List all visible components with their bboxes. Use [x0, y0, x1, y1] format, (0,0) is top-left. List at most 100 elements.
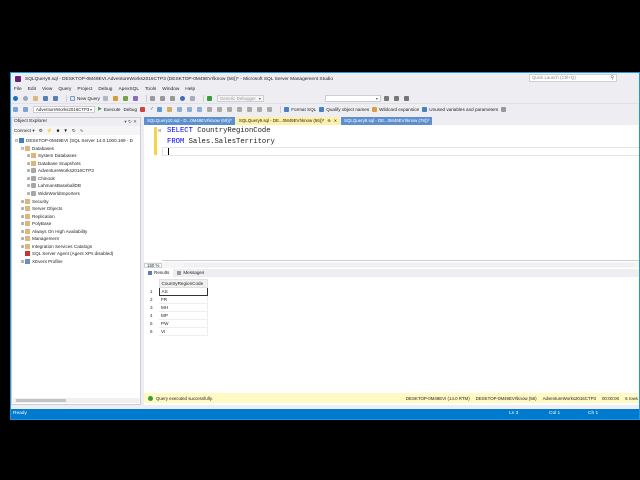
cell-value[interactable]: AS	[158, 287, 208, 296]
tab-sqlquery9[interactable]: SQLQuery9.sql - DE...0M49EVI\know (56))*…	[235, 117, 341, 125]
qualify-object-names-button[interactable]: Qualify object names	[319, 105, 369, 113]
execute-button[interactable]: ▶ Execute	[98, 105, 120, 113]
cell-value[interactable]: FR	[159, 295, 208, 304]
menu-project[interactable]: Project	[77, 87, 92, 92]
uncomment-button[interactable]	[247, 105, 254, 113]
available-databases-dropdown[interactable]: AdventureWorks2016CTP3 ▾	[33, 105, 95, 113]
table-row[interactable]: 1 AS	[148, 287, 208, 296]
outdent-button[interactable]	[257, 105, 264, 113]
comment-button[interactable]	[237, 105, 244, 113]
menu-edit[interactable]: Edit	[28, 87, 36, 92]
undo-button[interactable]	[179, 94, 187, 102]
tab-messages[interactable]: Messages	[173, 269, 208, 277]
analysis-button[interactable]	[112, 94, 120, 102]
forward-button[interactable]	[23, 94, 30, 102]
unused-variables-button[interactable]: Unused variables and parameters	[422, 105, 498, 113]
toolbar-overflow-button[interactable]	[501, 105, 508, 113]
cell-value[interactable]: VI	[159, 327, 208, 336]
table-row[interactable]: 3 MH	[148, 303, 208, 312]
toolbar-search-input[interactable]: ▾	[324, 94, 381, 102]
save-all-button[interactable]	[53, 94, 60, 102]
intellisense-button[interactable]	[177, 105, 184, 113]
menu-help[interactable]: Help	[185, 87, 195, 92]
results-grid[interactable]: CountryRegionCode 1 AS 2 FR 3 MH 4 MP 5 PW 6V…	[148, 279, 208, 336]
toolbar-properties-button[interactable]	[403, 94, 411, 102]
parse-button[interactable]: ✓	[150, 105, 154, 113]
new-query-button[interactable]: New Query	[70, 94, 100, 102]
tree-node-integration-services[interactable]: ⊞ Integration Services Catalogs	[20, 243, 92, 250]
mdx-button[interactable]	[102, 94, 110, 102]
redo-button[interactable]	[189, 94, 197, 102]
results-file-button[interactable]	[227, 105, 234, 113]
menu-file[interactable]: File	[14, 87, 22, 92]
client-stats-button[interactable]	[197, 105, 204, 113]
dmx-button[interactable]	[122, 94, 130, 102]
column-header[interactable]: CountryRegionCode	[158, 279, 208, 288]
zoom-dropdown[interactable]: 150 %	[144, 262, 163, 268]
close-icon[interactable]: ✕	[334, 117, 337, 125]
menu-apexsql[interactable]: ApexSQL	[118, 87, 139, 92]
tree-node-sql-agent[interactable]: SQL Server Agent (Agent XPs disabled)	[20, 250, 113, 257]
quick-launch-input[interactable]: Quick Launch (Ctrl+Q) ⚲	[529, 74, 617, 82]
filter-icon[interactable]: ▼	[63, 128, 68, 133]
debug-button[interactable]: Debug	[123, 105, 137, 113]
menu-window[interactable]: Window	[162, 87, 179, 92]
cell-value[interactable]: PW	[159, 319, 208, 328]
results-grid-button[interactable]	[217, 105, 224, 113]
open-button[interactable]	[33, 94, 40, 102]
stop-icon[interactable]: ■	[57, 128, 60, 133]
horizontal-scrollbar[interactable]	[13, 398, 140, 403]
query-options-button[interactable]	[167, 105, 174, 113]
display-plan-button[interactable]	[157, 105, 164, 113]
menu-query[interactable]: Query	[58, 87, 71, 92]
connect-button[interactable]	[13, 105, 20, 113]
tab-results[interactable]: Results	[144, 269, 174, 277]
tree-node-lahmansbaseball[interactable]: ⊞ LahmansBaseballDB	[26, 182, 81, 189]
copy-button[interactable]	[159, 94, 167, 102]
include-plan-button[interactable]	[187, 105, 194, 113]
editor-horizontal-scrollbar[interactable]	[184, 263, 634, 267]
paste-button[interactable]	[169, 94, 177, 102]
fold-icon[interactable]: ⊟	[158, 128, 161, 133]
indent-button[interactable]	[267, 105, 274, 113]
refresh-icon[interactable]: ↻	[72, 128, 76, 134]
tree-node-server[interactable]: ⊟ DESKTOP-0M49EVI (SQL Server 14.0.1000.1…	[14, 137, 133, 144]
pin-icon[interactable]: ⊕	[327, 117, 330, 125]
tree-node-adventureworks[interactable]: ⊞ AdventureWorks2016CTP3	[26, 167, 94, 174]
toolbar-options-button[interactable]	[383, 94, 391, 102]
tab-sqlquery10[interactable]: SQLQuery10.sql - D...0M49EVI\know (69))*	[144, 117, 235, 125]
connect-dropdown[interactable]: Connect ▾	[14, 128, 35, 134]
format-sql-button[interactable]: Format SQL	[284, 105, 316, 113]
activity-icon[interactable]: ∿	[80, 128, 84, 134]
disconnect-icon[interactable]: ⚡	[47, 128, 53, 134]
cell-value[interactable]: MP	[159, 311, 208, 320]
tree-node-system-databases[interactable]: ⊞ System Databases	[26, 152, 77, 159]
table-row[interactable]: 5 PW	[148, 319, 208, 328]
tree-node-polybase[interactable]: ⊞ PolyBase	[20, 220, 51, 227]
tree-node-management[interactable]: ⊞ Management	[20, 235, 59, 242]
table-row[interactable]: 6 VI	[148, 327, 208, 336]
tree-node-security[interactable]: ⊞ Security	[20, 198, 49, 205]
back-button[interactable]	[13, 94, 20, 102]
connect-plug-icon[interactable]: ⚙	[39, 128, 43, 134]
wildcard-expansion-button[interactable]: Wildcard expansion	[372, 105, 419, 113]
cancel-query-button[interactable]	[140, 105, 147, 113]
menu-debug[interactable]: Debug	[98, 87, 112, 92]
xmla-button[interactable]	[132, 94, 140, 102]
toolbar-tools-button[interactable]	[393, 94, 401, 102]
close-icon[interactable]: ✕	[133, 119, 137, 124]
tree-node-databases[interactable]: ⊟ Databases	[20, 145, 54, 152]
tab-sqlquery8[interactable]: SQLQuery8.sql - DE...0M49EVI\know (78))*	[341, 117, 433, 125]
pin-icon[interactable]: ▾ ↻	[124, 119, 131, 124]
menu-tools[interactable]: Tools	[145, 87, 156, 92]
cell-value[interactable]: MH	[159, 303, 208, 312]
tree-node-chinook[interactable]: ⊞ Chinook	[26, 175, 55, 182]
save-button[interactable]	[43, 94, 50, 102]
results-text-button[interactable]	[207, 105, 214, 113]
cut-button[interactable]	[149, 94, 157, 102]
generic-debugger-dropdown[interactable]: Generic Debugger ▾	[216, 94, 264, 102]
change-connection-button[interactable]	[23, 105, 30, 113]
scrollbar-thumb[interactable]	[16, 399, 66, 402]
sql-editor[interactable]: ⊟ SELECT CountryRegionCode FROM Sales.Sa…	[144, 126, 639, 261]
tree-node-replication[interactable]: ⊞ Replication	[20, 213, 55, 220]
